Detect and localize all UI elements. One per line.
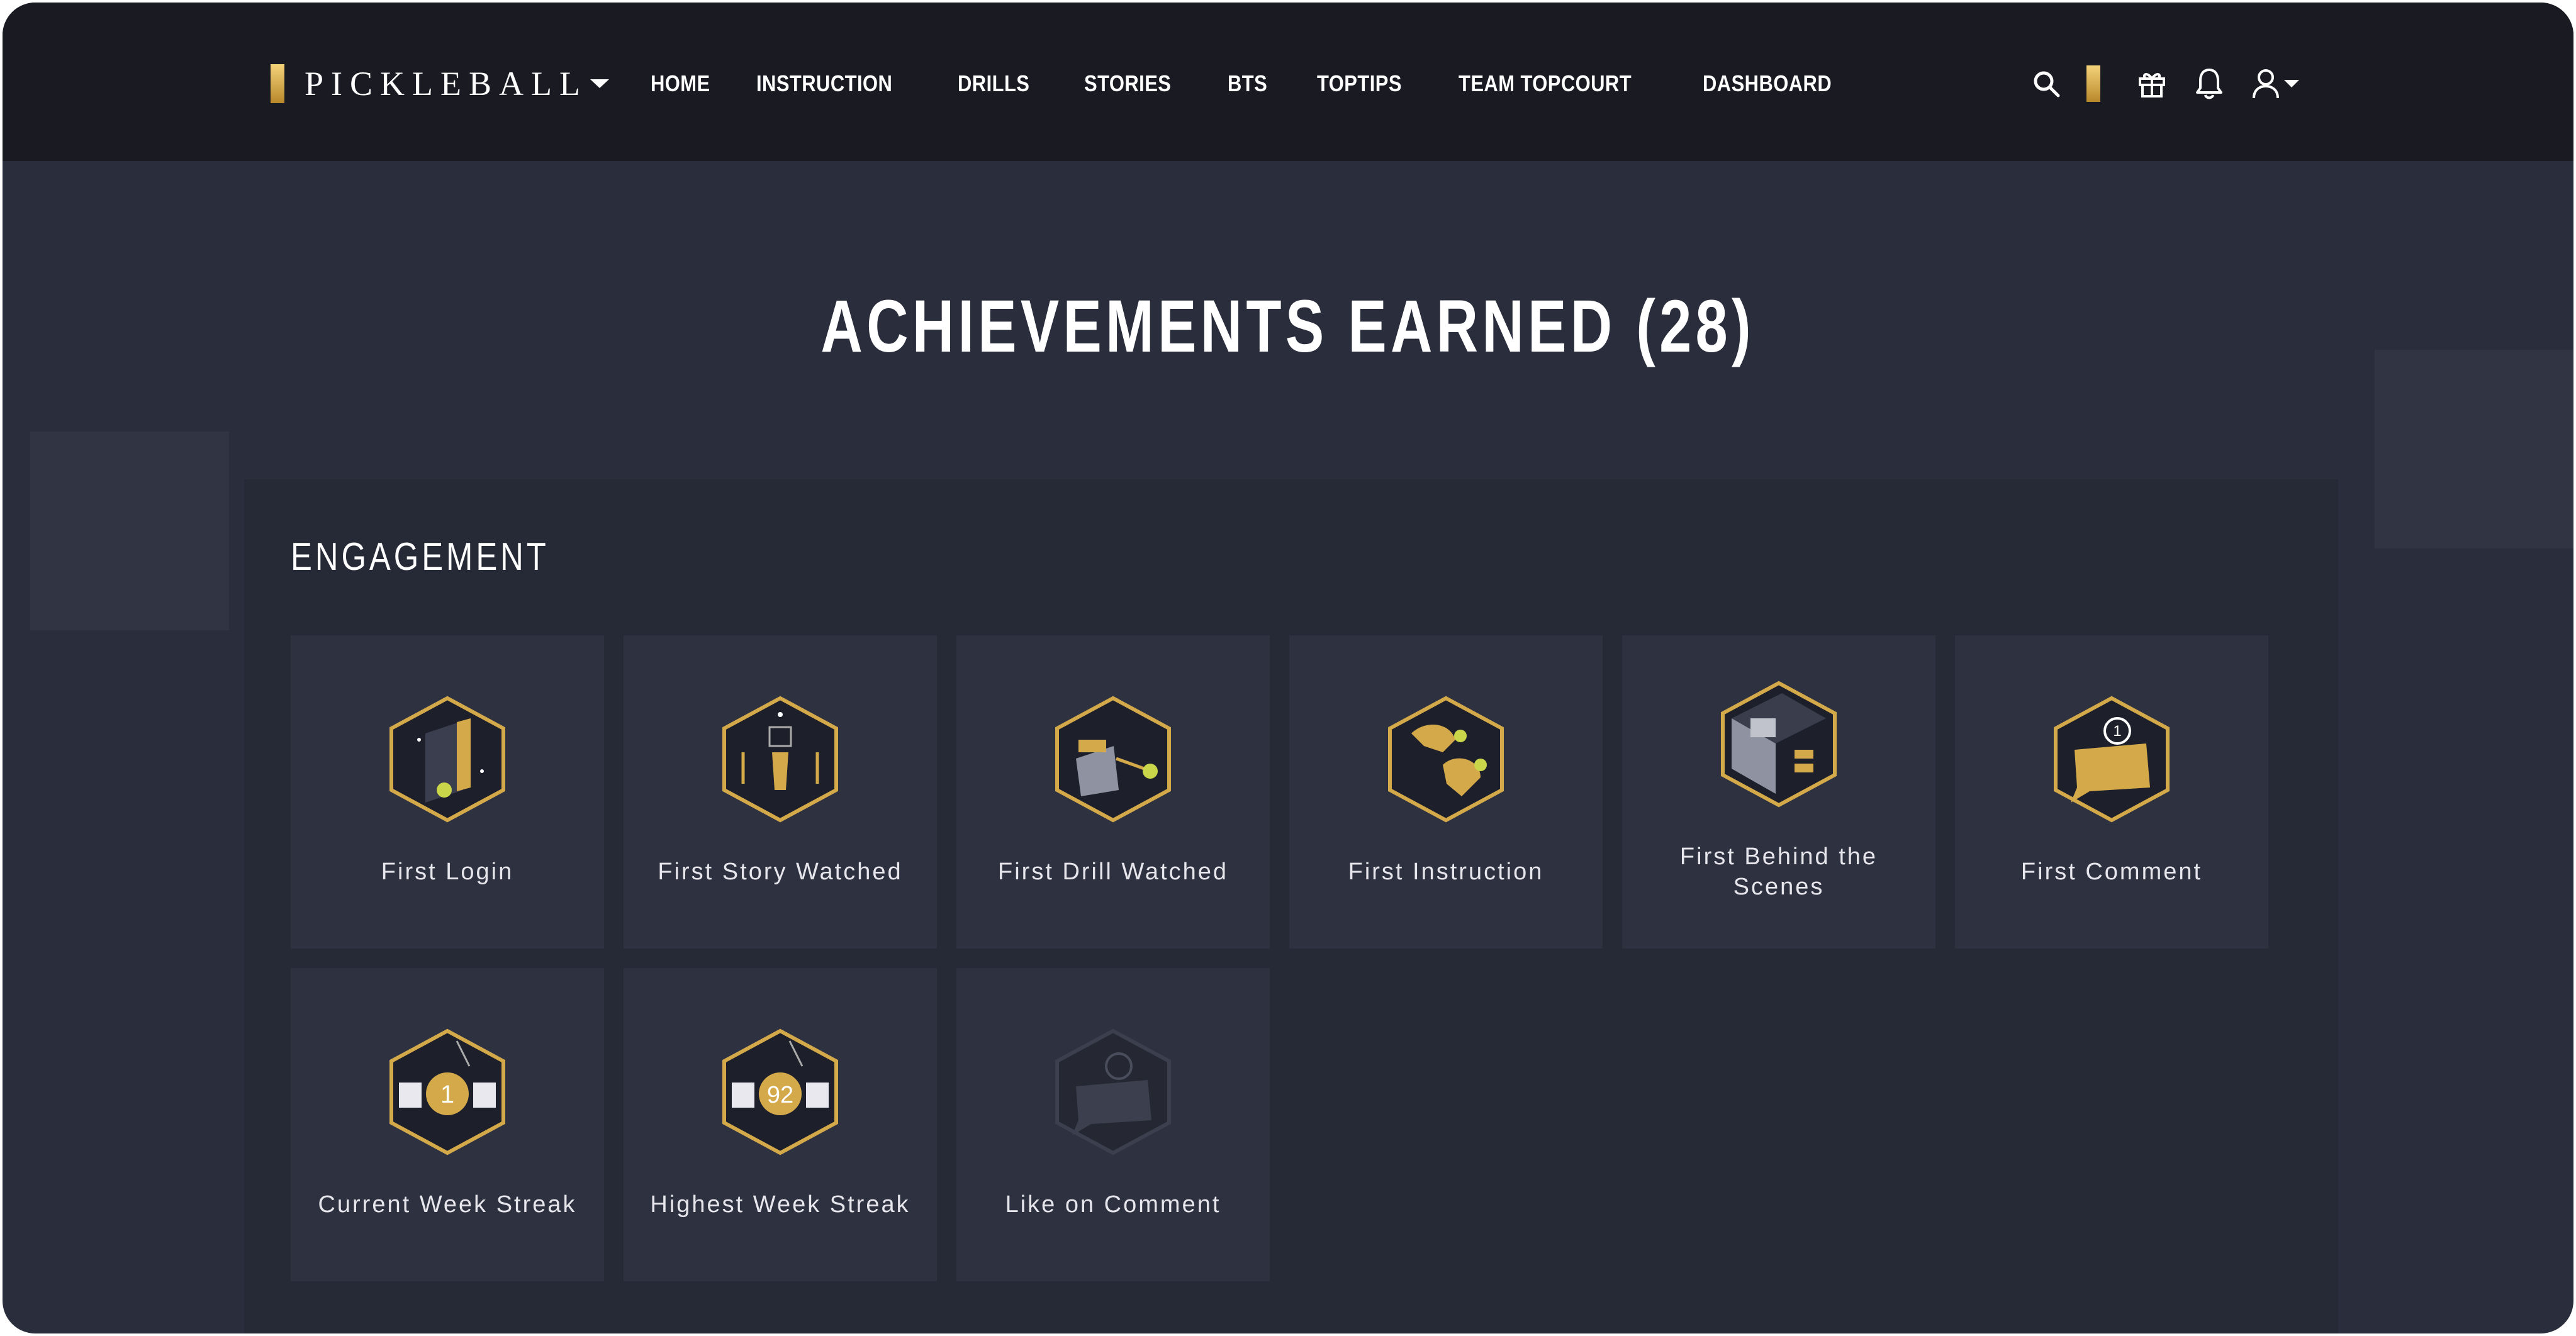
achievement-label: Like on Comment [1005,1191,1221,1218]
achievement-card[interactable]: 1 First Comment [1955,635,2268,949]
nav-bts[interactable]: BTS [1228,69,1267,98]
achievement-card[interactable]: First Behind the Scenes [1622,635,1935,949]
achievement-label: First Instruction [1348,859,1544,885]
logo-mark-icon [271,64,284,103]
section-title: ENGAGEMENT [291,535,549,579]
decorative-panel [30,431,229,630]
drill-badge-icon [1055,696,1171,823]
svg-text:1: 1 [440,1081,454,1108]
achievement-label: First Behind the Scenes [1679,843,1878,900]
logo-text: PICKLEBALL [305,65,588,103]
decorative-panel [2375,350,2573,548]
nav-toptips[interactable]: TOPTIPS [1317,69,1402,98]
achievement-label: First Drill Watched [998,859,1228,885]
achievement-label: First Story Watched [658,859,903,885]
achievement-label: First Comment [2020,859,2203,885]
page-title: ACHIEVEMENTS EARNED (28) [820,285,1756,368]
gift-icon[interactable] [2137,66,2167,101]
achievement-card[interactable]: First Instruction [1289,635,1603,949]
nav-home[interactable]: HOME [651,69,710,98]
svg-text:92: 92 [767,1082,793,1108]
nav-instruction[interactable]: INSTRUCTION [756,69,892,98]
nav-drills[interactable]: DRILLS [958,69,1029,98]
chevron-down-icon[interactable] [2284,80,2299,87]
achievement-card[interactable]: Like on Comment [956,968,1270,1281]
coin-icon[interactable] [2086,65,2100,102]
instruction-badge-icon [1388,696,1504,823]
achievement-label: Highest Week Streak [650,1191,910,1218]
achievement-label: First Login [381,859,514,885]
app-frame: PICKLEBALL HOME INSTRUCTION DRILLS STORI… [3,3,2573,1333]
user-icon[interactable] [2251,66,2280,101]
like-badge-icon [1055,1028,1171,1155]
achievement-card[interactable]: First Drill Watched [956,635,1270,949]
nav-dashboard[interactable]: DASHBOARD [1703,69,1832,98]
story-badge-icon [722,696,838,823]
comment-badge-icon: 1 [2054,696,2170,823]
svg-text:1: 1 [2113,723,2121,740]
nav-team-topcourt[interactable]: TEAM TOPCOURT [1459,69,1632,98]
achievement-card[interactable]: 1 Current Week Streak [291,968,604,1281]
bell-icon[interactable] [2195,66,2224,101]
door-badge-icon [389,696,505,823]
search-icon[interactable] [2031,66,2061,101]
achievement-card[interactable]: First Story Watched [624,635,937,949]
achievement-card[interactable]: First Login [291,635,604,949]
engagement-section: ENGAGEMENT First Login First Story Watch… [244,479,2338,1333]
nav-stories[interactable]: STORIES [1084,69,1171,98]
streak-badge-icon: 92 [722,1028,838,1155]
logo[interactable]: PICKLEBALL [271,63,609,104]
camera-badge-icon [1721,681,1837,808]
achievement-label: Current Week Streak [318,1191,577,1218]
main-menu: HOME INSTRUCTION DRILLS STORIES BTS TOPT… [651,69,1895,98]
achievement-card[interactable]: 92 Highest Week Streak [624,968,937,1281]
nav-actions [2031,65,2299,102]
top-navbar: PICKLEBALL HOME INSTRUCTION DRILLS STORI… [3,3,2573,161]
streak-badge-icon: 1 [389,1028,505,1155]
chevron-down-icon [590,79,609,88]
